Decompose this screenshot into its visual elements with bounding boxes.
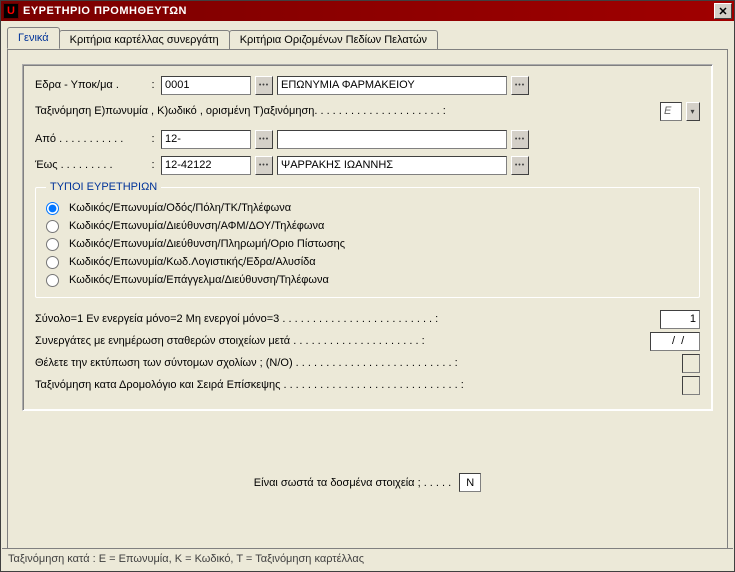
label-sort-route: Ταξινόμηση κατα Δρομολόγιο και Σειρά Επί… [35, 379, 464, 391]
label-sort: Ταξινόμηση Ε)πωνυμία , Κ)ωδικό , ορισμέν… [35, 105, 446, 117]
print-comments-input[interactable] [682, 354, 700, 373]
branch-code-lookup-button[interactable]: ••• [255, 76, 273, 95]
radio-type-1[interactable] [46, 202, 59, 215]
label-from: Από . . . . . . . . . . . [35, 133, 145, 145]
tab-strip: Γενικά Κριτήρια καρτέλλας συνεργάτη Κριτ… [7, 27, 728, 49]
from-name-lookup-button[interactable]: ••• [511, 130, 529, 149]
from-name-input[interactable] [277, 130, 507, 149]
radio-type-5[interactable] [46, 274, 59, 287]
confirm-label: Είναι σωστά τα δοσμένα στοιχεία ; . . . … [254, 477, 451, 489]
radio-type-2[interactable] [46, 220, 59, 233]
directory-types-legend: ΤΥΠΟΙ ΕΥΡΕΤΗΡΙΩΝ [46, 181, 161, 193]
from-code-input[interactable] [161, 130, 251, 149]
to-code-lookup-button[interactable]: ••• [255, 156, 273, 175]
sort-input[interactable] [660, 102, 682, 121]
radio-type-5-label: Κωδικός/Επωνυμία/Επάγγελμα/Διεύθυνση/Τηλ… [69, 274, 329, 286]
close-button[interactable]: ✕ [714, 3, 732, 19]
title-bar: U ΕΥΡΕΤΗΡΙΟ ΠΡΟΜΗΘΕΥΤΩΝ ✕ [1, 1, 734, 21]
window-frame: U ΕΥΡΕΤΗΡΙΟ ΠΡΟΜΗΘΕΥΤΩΝ ✕ Γενικά Κριτήρι… [0, 0, 735, 572]
close-icon: ✕ [718, 5, 727, 18]
status-bar: Ταξινόμηση κατά : Ε = Επωνυμία, Κ = Κωδι… [2, 548, 733, 570]
confirm-row: Είναι σωστά τα δοσμένα στοιχεία ; . . . … [8, 473, 727, 492]
radio-type-3[interactable] [46, 238, 59, 251]
colon: : [149, 133, 157, 145]
window-title: ΕΥΡΕΤΗΡΙΟ ΠΡΟΜΗΘΕΥΤΩΝ [23, 5, 714, 17]
sort-dropdown-button[interactable]: ▾ [686, 102, 700, 121]
ellipsis-icon: ••• [259, 82, 269, 89]
label-branch: Εδρα - Υποκ/μα . [35, 79, 145, 91]
to-code-input[interactable] [161, 156, 251, 175]
ellipsis-icon: ••• [515, 162, 525, 169]
label-to: Έως . . . . . . . . . [35, 159, 145, 171]
ellipsis-icon: ••• [515, 136, 525, 143]
directory-types-group: ΤΥΠΟΙ ΕΥΡΕΤΗΡΙΩΝ Κωδικός/Επωνυμία/Οδός/Π… [35, 181, 700, 298]
radio-type-2-label: Κωδικός/Επωνυμία/Διεύθυνση/ΑΦΜ/ΔΟΥ/Τηλέφ… [69, 220, 324, 232]
total-filter-input[interactable] [660, 310, 700, 329]
confirm-input[interactable] [459, 473, 481, 492]
chevron-down-icon: ▾ [690, 107, 695, 116]
ellipsis-icon: ••• [259, 136, 269, 143]
colon: : [149, 159, 157, 171]
branch-code-input[interactable] [161, 76, 251, 95]
tab-panel-general: Εδρα - Υποκ/μα . : ••• ••• Ταξινόμηση Ε)… [7, 49, 728, 549]
status-text: Ταξινόμηση κατά : Ε = Επωνυμία, Κ = Κωδι… [8, 553, 364, 565]
tab-criteria-partner[interactable]: Κριτήρια καρτέλλας συνεργάτη [59, 30, 230, 50]
radio-type-1-label: Κωδικός/Επωνυμία/Οδός/Πόλη/ΤΚ/Τηλέφωνα [69, 202, 291, 214]
from-code-lookup-button[interactable]: ••• [255, 130, 273, 149]
ellipsis-icon: ••• [515, 82, 525, 89]
tab-general[interactable]: Γενικά [7, 27, 60, 49]
updated-after-date-input[interactable] [650, 332, 700, 351]
radio-type-4-label: Κωδικός/Επωνυμία/Κωδ.Λογιστικής/Εδρα/Αλυ… [69, 256, 316, 268]
criteria-box: Εδρα - Υποκ/μα . : ••• ••• Ταξινόμηση Ε)… [22, 64, 713, 411]
app-icon: U [3, 3, 19, 19]
ellipsis-icon: ••• [259, 162, 269, 169]
radio-type-3-label: Κωδικός/Επωνυμία/Διεύθυνση/Πληρωμή/Οριο … [69, 238, 345, 250]
branch-name-lookup-button[interactable]: ••• [511, 76, 529, 95]
colon: : [149, 79, 157, 91]
branch-name-input[interactable] [277, 76, 507, 95]
radio-type-4[interactable] [46, 256, 59, 269]
label-print-comments: Θέλετε την εκτύπωση των σύντομων σχολίων… [35, 357, 458, 369]
to-name-lookup-button[interactable]: ••• [511, 156, 529, 175]
tab-criteria-custom-fields[interactable]: Κριτήρια Οριζομένων Πεδίων Πελατών [229, 30, 438, 50]
sort-route-input[interactable] [682, 376, 700, 395]
label-total-filter: Σύνολο=1 Εν ενεργεία μόνο=2 Μη ενεργοί μ… [35, 313, 438, 325]
to-name-input[interactable] [277, 156, 507, 175]
label-updated-after: Συνεργάτες με ενημέρωση σταθερών στοιχεί… [35, 335, 425, 347]
